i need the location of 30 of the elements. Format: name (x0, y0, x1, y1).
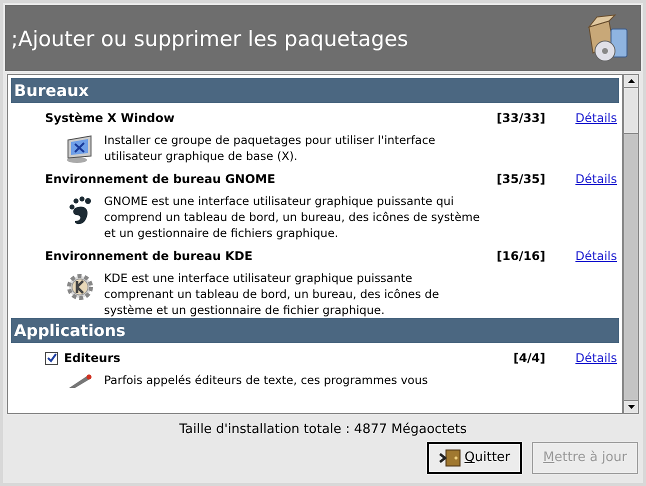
quit-button[interactable]: Quitter (426, 442, 522, 474)
checkbox[interactable] (45, 352, 58, 364)
group-description: Parfois appelés éditeurs de texte, ces programmes vous (104, 372, 429, 388)
window-title: ;Ajouter ou supprimer les paquetages (11, 26, 408, 54)
group-description: Installer ce groupe de paquetages pour utiliser l'interface utilisateur graphique de base (X). (104, 132, 436, 164)
details-link[interactable]: Détails (575, 170, 617, 188)
scrollbar[interactable] (623, 74, 639, 414)
group-description: GNOME est une interface utilisateur graphique puissante qui comprend un tableau de bord, un bureau, des icônes de système et un gestionnaire de fichiers graphique. (104, 193, 481, 241)
down-arrow-icon (628, 405, 634, 409)
group-name: Editeurs (64, 350, 122, 367)
section-header: Bureaux (11, 78, 619, 103)
details-link[interactable]: Détails (575, 109, 617, 127)
package-count: [4/4] (513, 350, 546, 367)
details-link[interactable]: Détails (575, 247, 617, 265)
package-count: [35/35] (496, 171, 546, 188)
section-header: Applications (11, 318, 619, 343)
install-size-text: Taille d'installation totale : 4877 Mégaoctets (179, 421, 467, 439)
group-name: Système X Window (45, 110, 176, 127)
group-name: Environnement de bureau KDE (45, 248, 254, 265)
scroll-down-button[interactable] (624, 400, 638, 413)
scroll-up-button[interactable] (624, 75, 638, 88)
package-count: [33/33] (496, 110, 546, 127)
up-arrow-icon (628, 79, 634, 83)
package-count: [16/16] (496, 248, 546, 265)
gear-icon (65, 272, 95, 302)
group-name: Environnement de bureau GNOME (45, 171, 276, 188)
details-link[interactable]: Détails (575, 349, 617, 367)
scroll-thumb[interactable] (624, 88, 638, 134)
group-description: KDE est une interface utilisateur graphique puissante comprenant un tableau de bord, un bureau, des icônes de système et un gestionnaire de fichier graphique. (104, 270, 440, 318)
exit-door-icon (438, 449, 461, 467)
